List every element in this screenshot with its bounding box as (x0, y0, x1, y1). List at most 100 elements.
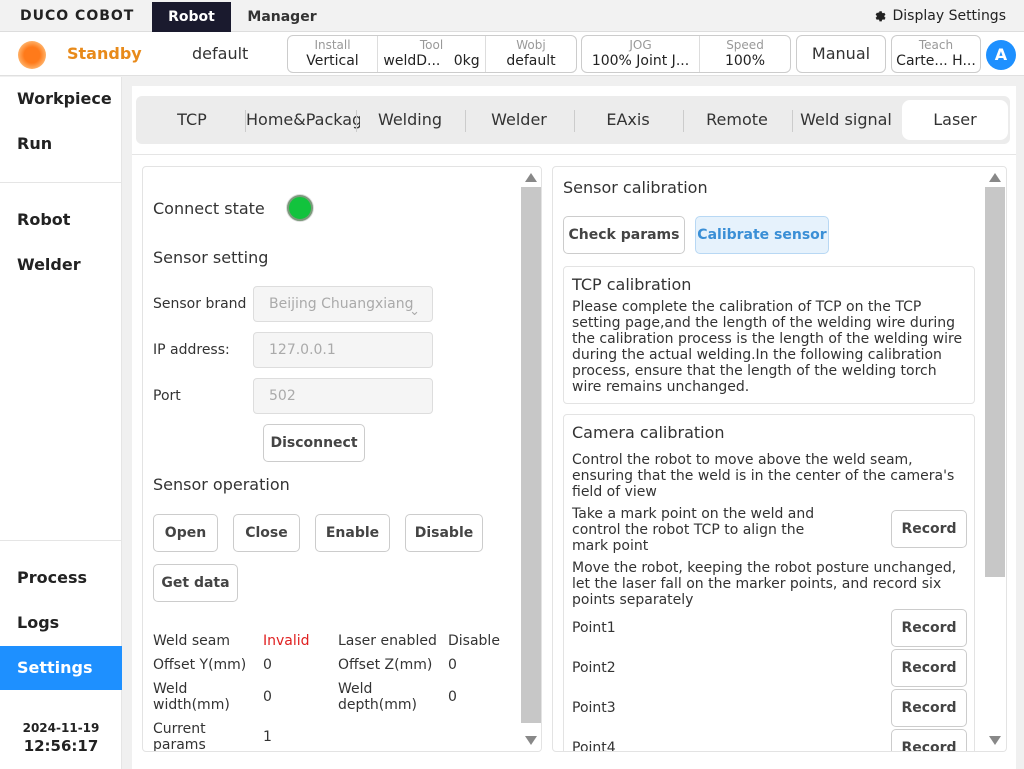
sensor-setting-heading: Sensor setting (153, 248, 269, 267)
tcp-calibration-card: TCP calibration Please complete the cali… (563, 266, 975, 404)
install-label: Install (314, 38, 351, 52)
current-date: 2024-11-19 (22, 721, 100, 735)
disable-button[interactable]: Disable (405, 514, 483, 552)
teach-label: Teach (918, 38, 954, 52)
top-tab-manager[interactable]: Manager (231, 2, 333, 32)
settings-tabs: TCP Home&Package Welding Welder EAxis Re… (136, 96, 1010, 144)
sidebar-item-settings[interactable]: Settings (0, 646, 122, 690)
status-bar: Standby default Install Vertical Tool we… (0, 32, 1024, 76)
offset-y-value: 0 (263, 657, 272, 673)
scroll-down-icon[interactable] (525, 736, 537, 745)
weld-seam-value: Invalid (263, 633, 310, 649)
install-cell: Install Vertical (288, 36, 378, 72)
sidebar-item-workpiece[interactable]: Workpiece (0, 77, 122, 121)
camera-calibration-title: Camera calibration (572, 423, 725, 442)
weld-depth-value: 0 (448, 689, 457, 705)
tab-weld-signal[interactable]: Weld signal (792, 100, 900, 140)
current-time: 12:56:17 (23, 737, 99, 755)
weld-depth-label: Weld depth(mm) (338, 681, 417, 713)
teach-value: Carte... H... (896, 53, 976, 69)
record-point2-button[interactable]: Record (891, 649, 967, 687)
wobj-label: Wobj (516, 38, 546, 52)
record-point4-button[interactable]: Record (891, 729, 967, 751)
ip-address-field[interactable]: 127.0.0.1 (253, 332, 433, 368)
jog-cell: JOG 100% Joint J... (582, 36, 700, 72)
port-field[interactable]: 502 (253, 378, 433, 414)
record-point3-button[interactable]: Record (891, 689, 967, 727)
sensor-brand-label: Sensor brand (153, 296, 247, 312)
program-name[interactable]: default (192, 44, 248, 63)
tab-welding[interactable]: Welding (356, 100, 464, 140)
sidebar-item-run[interactable]: Run (0, 122, 122, 166)
offset-z-value: 0 (448, 657, 457, 673)
right-panel-scrollbar[interactable] (985, 167, 1005, 751)
tab-laser[interactable]: Laser (902, 100, 1008, 140)
speed-value: 100% (724, 53, 766, 69)
disconnect-button[interactable]: Disconnect (263, 424, 365, 462)
tab-eaxis[interactable]: EAxis (574, 100, 682, 140)
scroll-up-icon[interactable] (525, 173, 537, 182)
duco-logo: DUCO COBOT (20, 8, 135, 24)
top-bar: DUCO COBOT Robot Manager Display Setting… (0, 0, 1024, 32)
sensor-operation-heading: Sensor operation (153, 475, 290, 494)
sensor-panel: Connect state Sensor setting Sensor bran… (142, 166, 542, 752)
offset-y-label: Offset Y(mm) (153, 657, 247, 673)
install-tool-wobj-box[interactable]: Install Vertical Tool weldD... 0kg Wobj … (287, 35, 577, 73)
calibration-heading: Sensor calibration (563, 178, 708, 197)
camera-instruction-text: Control the robot to move above the weld… (572, 452, 955, 500)
display-settings-button[interactable]: Display Settings (873, 8, 1006, 24)
sidebar-item-process[interactable]: Process (0, 556, 122, 600)
jog-label: JOG (629, 38, 652, 52)
mode-button[interactable]: Manual (796, 35, 886, 73)
sidebar-item-logs[interactable]: Logs (0, 601, 122, 645)
speed-label: Speed (726, 38, 764, 52)
point3-label: Point3 (572, 700, 616, 716)
point4-label: Point4 (572, 740, 616, 752)
status-indicator-icon (18, 41, 46, 69)
scroll-up-icon[interactable] (989, 173, 1001, 182)
tab-home-package[interactable]: Home&Package (246, 100, 360, 140)
calibrate-sensor-button[interactable]: Calibrate sensor (695, 216, 829, 254)
wobj-value: default (506, 53, 556, 69)
point2-label: Point2 (572, 660, 616, 676)
sensor-brand-select[interactable]: Beijing Chuangxiang ⌄ (253, 286, 433, 322)
tab-tcp[interactable]: TCP (142, 100, 242, 140)
get-data-button[interactable]: Get data (153, 564, 238, 602)
tab-welder[interactable]: Welder (465, 100, 573, 140)
user-avatar[interactable]: A (986, 40, 1016, 70)
tcp-calibration-title: TCP calibration (572, 275, 692, 294)
gear-icon (875, 11, 886, 22)
scroll-thumb[interactable] (521, 187, 541, 723)
enable-button[interactable]: Enable (315, 514, 390, 552)
close-button[interactable]: Close (233, 514, 300, 552)
open-button[interactable]: Open (153, 514, 218, 552)
tool-value: weldD... 0kg (383, 53, 480, 69)
display-settings-label: Display Settings (892, 8, 1006, 24)
install-value: Vertical (306, 53, 359, 69)
weld-width-value: 0 (263, 689, 272, 705)
jog-speed-box[interactable]: JOG 100% Joint J... Speed 100% (581, 35, 791, 73)
check-params-button[interactable]: Check params (563, 216, 685, 254)
point1-label: Point1 (572, 620, 616, 636)
left-panel-scrollbar[interactable] (521, 167, 541, 751)
sidebar-item-robot[interactable]: Robot (0, 198, 122, 242)
top-tab-robot[interactable]: Robot (152, 2, 231, 32)
scroll-down-icon[interactable] (989, 736, 1001, 745)
mark-point-text: Take a mark point on the weld and contro… (572, 506, 815, 554)
teach-box[interactable]: Teach Carte... H... (891, 35, 981, 73)
weld-seam-label: Weld seam (153, 633, 230, 649)
chevron-down-icon: ⌄ (409, 304, 420, 319)
weld-width-label: Weld width(mm) (153, 681, 230, 713)
current-params-label: Current params (153, 721, 206, 752)
speed-cell: Speed 100% (700, 36, 790, 72)
record-point1-button[interactable]: Record (891, 609, 967, 647)
port-label: Port (153, 388, 181, 404)
tab-remote[interactable]: Remote (683, 100, 791, 140)
record-mark-button[interactable]: Record (891, 510, 967, 548)
wobj-cell: Wobj default (486, 36, 576, 72)
scroll-thumb[interactable] (985, 187, 1005, 577)
sidebar: Workpiece Run Robot Welder Process Logs … (0, 77, 122, 769)
sidebar-item-welder[interactable]: Welder (0, 243, 122, 287)
sidebar-divider (0, 182, 122, 183)
sensor-brand-value: Beijing Chuangxiang (269, 296, 414, 312)
